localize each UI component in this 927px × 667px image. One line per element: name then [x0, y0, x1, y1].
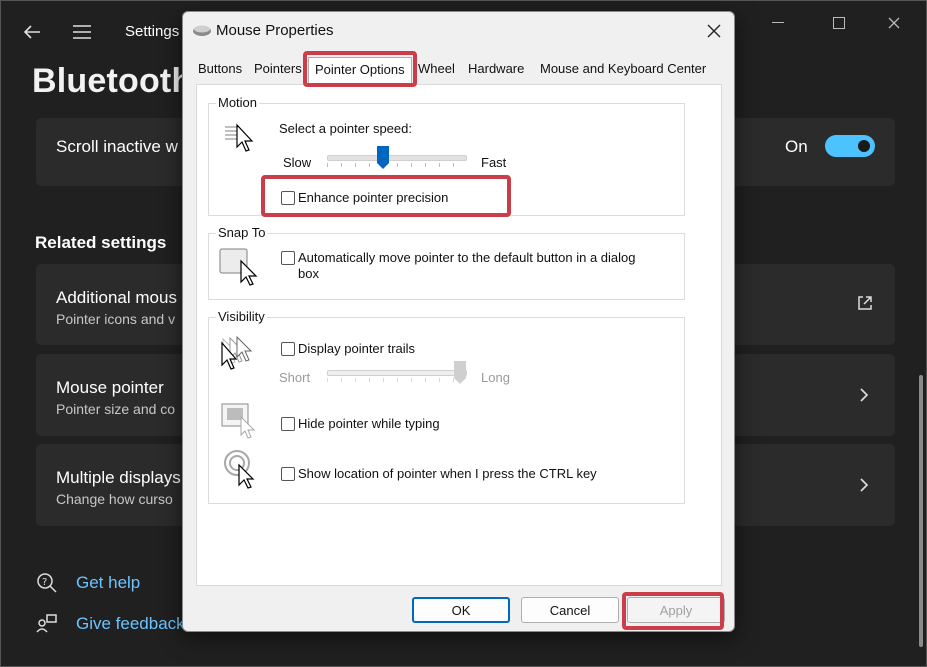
- card-title: Additional mous: [56, 288, 177, 307]
- toggle-knob: [858, 140, 870, 152]
- maximize-icon[interactable]: [816, 8, 862, 38]
- card-subtitle: Pointer size and co: [56, 401, 176, 417]
- close-window-icon[interactable]: [871, 8, 917, 38]
- svg-text:?: ?: [42, 577, 47, 588]
- pointer-speed-label: Select a pointer speed:: [279, 121, 412, 136]
- fast-label: Fast: [481, 155, 507, 170]
- enhance-precision-checkbox[interactable]: [281, 191, 295, 205]
- show-location-checkbox[interactable]: [281, 467, 295, 481]
- pointer-speed-slider[interactable]: [377, 146, 389, 170]
- trail-length-ticks: [327, 378, 467, 382]
- scroll-inactive-title: Scroll inactive w: [56, 137, 178, 156]
- slow-label: Slow: [283, 155, 312, 170]
- show-location-label: Show location of pointer when I press th…: [298, 466, 597, 481]
- pointer-options-panel: Motion Select a pointer speed: Slow Fast…: [196, 84, 722, 586]
- visibility-group-label: Visibility: [216, 309, 267, 324]
- settings-scrollbar[interactable]: [919, 375, 923, 647]
- trail-length-slider[interactable]: [454, 361, 466, 385]
- snap-to-label-line2: box: [298, 266, 319, 281]
- apply-button[interactable]: Apply: [627, 597, 725, 623]
- dialog-title: Mouse Properties: [216, 22, 334, 39]
- back-arrow-icon[interactable]: [14, 14, 50, 50]
- pointer-location-icon: [223, 449, 263, 494]
- card-title: Mouse pointer: [56, 378, 164, 397]
- snap-to-group: [208, 233, 685, 300]
- mouse-icon: [192, 23, 212, 42]
- help-icon: ?: [36, 572, 58, 594]
- tab-pointer-options[interactable]: Pointer Options: [308, 57, 412, 83]
- card-subtitle: Change how curso: [56, 491, 173, 507]
- related-settings-header: Related settings: [35, 233, 167, 252]
- pointer-trails-label: Display pointer trails: [298, 341, 416, 356]
- pointer-speed-track: [327, 155, 467, 161]
- chevron-right-icon: [859, 387, 869, 408]
- tab-hardware[interactable]: Hardware: [468, 61, 524, 76]
- feedback-icon: [36, 613, 58, 635]
- long-label: Long: [481, 370, 510, 385]
- hide-while-typing-label: Hide pointer while typing: [298, 416, 440, 431]
- trail-length-track: [327, 370, 467, 376]
- ok-button[interactable]: OK: [412, 597, 510, 623]
- tab-pointers[interactable]: Pointers: [254, 61, 302, 76]
- snap-to-icon: [219, 247, 261, 292]
- page-title: Bluetooth: [32, 62, 193, 100]
- tab-wheel[interactable]: Wheel: [418, 61, 455, 76]
- external-link-icon: [856, 294, 874, 317]
- snap-to-checkbox[interactable]: [281, 251, 295, 265]
- hide-while-typing-checkbox[interactable]: [281, 417, 295, 431]
- pointer-speed-icon: [223, 123, 263, 160]
- tab-mouse-keyboard-center[interactable]: Mouse and Keyboard Center: [540, 61, 706, 76]
- pointer-trails-icon: [219, 335, 263, 376]
- mouse-properties-dialog: Mouse Properties Buttons Pointers Pointe…: [182, 11, 735, 632]
- pointer-trails-checkbox[interactable]: [281, 342, 295, 356]
- toggle-state-label: On: [785, 137, 808, 156]
- pointer-speed-ticks: [327, 163, 467, 167]
- motion-group-label: Motion: [216, 95, 260, 110]
- snap-to-group-label: Snap To: [216, 225, 268, 240]
- scroll-inactive-toggle[interactable]: [825, 135, 875, 157]
- enhance-precision-label: Enhance pointer precision: [298, 190, 449, 205]
- chevron-right-icon: [859, 477, 869, 498]
- tab-buttons[interactable]: Buttons: [198, 61, 242, 76]
- dialog-tabs: Buttons Pointers Pointer Options Wheel H…: [192, 56, 727, 84]
- dialog-close-icon[interactable]: [699, 16, 729, 46]
- hide-pointer-icon: [221, 403, 261, 446]
- give-feedback-link[interactable]: Give feedback: [76, 614, 185, 634]
- snap-to-label-line1: Automatically move pointer to the defaul…: [298, 250, 636, 265]
- settings-window-title: Settings: [125, 23, 180, 40]
- short-label: Short: [279, 370, 311, 385]
- card-subtitle: Pointer icons and v: [56, 311, 176, 327]
- hamburger-menu-icon[interactable]: [64, 14, 100, 50]
- get-help-link[interactable]: Get help: [76, 573, 140, 593]
- minimize-icon[interactable]: [755, 8, 801, 38]
- card-title: Multiple displays: [56, 468, 181, 487]
- cancel-button[interactable]: Cancel: [521, 597, 619, 623]
